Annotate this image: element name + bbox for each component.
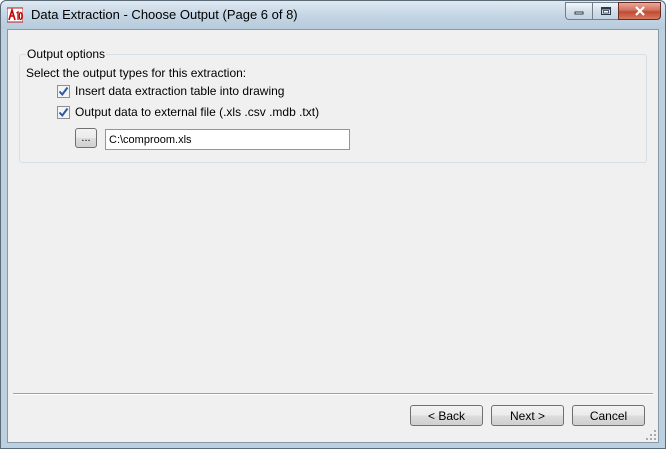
output-types-description: Select the output types for this extract… bbox=[26, 66, 247, 80]
insert-table-checkbox[interactable] bbox=[57, 84, 70, 98]
insert-table-label: Insert data extraction table into drawin… bbox=[75, 84, 285, 98]
resize-grip-icon[interactable] bbox=[645, 429, 657, 441]
maximize-button[interactable] bbox=[592, 2, 618, 20]
browse-button[interactable]: ... bbox=[75, 128, 97, 148]
title-bar[interactable]: Data Extraction - Choose Output (Page 6 … bbox=[1, 1, 665, 29]
external-file-checkbox[interactable] bbox=[57, 105, 70, 119]
close-icon bbox=[634, 6, 645, 16]
cancel-button[interactable]: Cancel bbox=[572, 405, 645, 426]
minimize-icon bbox=[574, 11, 584, 15]
back-button[interactable]: < Back bbox=[410, 405, 483, 426]
insert-table-option[interactable]: Insert data extraction table into drawin… bbox=[57, 84, 284, 98]
dialog-content: Output options Select the output types f… bbox=[7, 29, 659, 443]
external-file-label: Output data to external file (.xls .csv … bbox=[75, 105, 320, 119]
checkmark-icon bbox=[58, 86, 69, 96]
close-button[interactable] bbox=[618, 2, 661, 20]
minimize-button[interactable] bbox=[565, 2, 592, 20]
maximize-icon bbox=[600, 7, 611, 15]
output-options-title: Output options bbox=[26, 47, 107, 61]
checkmark-icon bbox=[58, 107, 69, 117]
file-path-input[interactable] bbox=[105, 129, 350, 150]
caption-buttons bbox=[565, 2, 661, 20]
footer-separator bbox=[13, 393, 653, 395]
next-button[interactable]: Next > bbox=[491, 405, 564, 426]
autocad-app-icon bbox=[7, 7, 23, 23]
dialog-window: Data Extraction - Choose Output (Page 6 … bbox=[0, 0, 666, 449]
external-file-option[interactable]: Output data to external file (.xls .csv … bbox=[57, 105, 319, 119]
window-title: Data Extraction - Choose Output (Page 6 … bbox=[31, 7, 298, 22]
